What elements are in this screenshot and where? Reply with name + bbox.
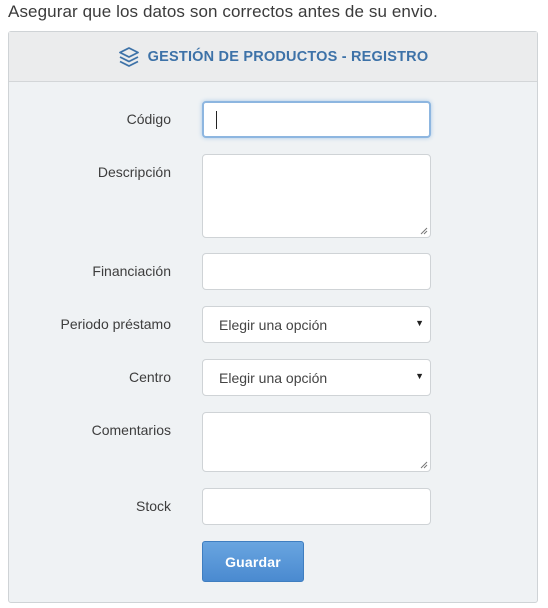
dropdown-arrow-icon: ▼ (415, 318, 424, 328)
financiacion-label: Financiación (92, 263, 171, 279)
guardar-button[interactable]: Guardar (202, 541, 304, 582)
descripcion-textarea[interactable] (202, 154, 431, 238)
codigo-input[interactable] (202, 101, 431, 138)
comentarios-textarea[interactable] (202, 412, 431, 472)
stock-input[interactable] (202, 488, 431, 525)
dropdown-arrow-icon: ▼ (415, 371, 424, 381)
resize-handle-icon[interactable] (420, 227, 428, 235)
panel-header: GESTIÓN DE PRODUCTOS - REGISTRO (9, 32, 537, 82)
stock-label: Stock (135, 498, 171, 514)
text-caret (216, 111, 217, 129)
comentarios-label: Comentarios (91, 422, 171, 438)
centro-label: Centro (128, 369, 171, 385)
centro-selected: Elegir una opción (219, 370, 328, 386)
resize-handle-icon[interactable] (420, 461, 428, 469)
financiacion-input[interactable] (202, 253, 431, 290)
layers-icon (118, 46, 140, 68)
periodo-select[interactable]: Elegir una opción ▼ (202, 306, 431, 343)
panel-title: GESTIÓN DE PRODUCTOS - REGISTRO (147, 48, 429, 65)
codigo-label: Código (126, 111, 171, 127)
centro-select[interactable]: Elegir una opción ▼ (202, 359, 431, 396)
periodo-selected: Elegir una opción (219, 317, 328, 333)
descripcion-label: Descripción (97, 164, 171, 180)
product-registration-panel: GESTIÓN DE PRODUCTOS - REGISTRO Código D… (8, 31, 538, 603)
form-notice: Asegurar que los datos son correctos ant… (8, 2, 438, 21)
periodo-label: Periodo préstamo (60, 316, 171, 332)
